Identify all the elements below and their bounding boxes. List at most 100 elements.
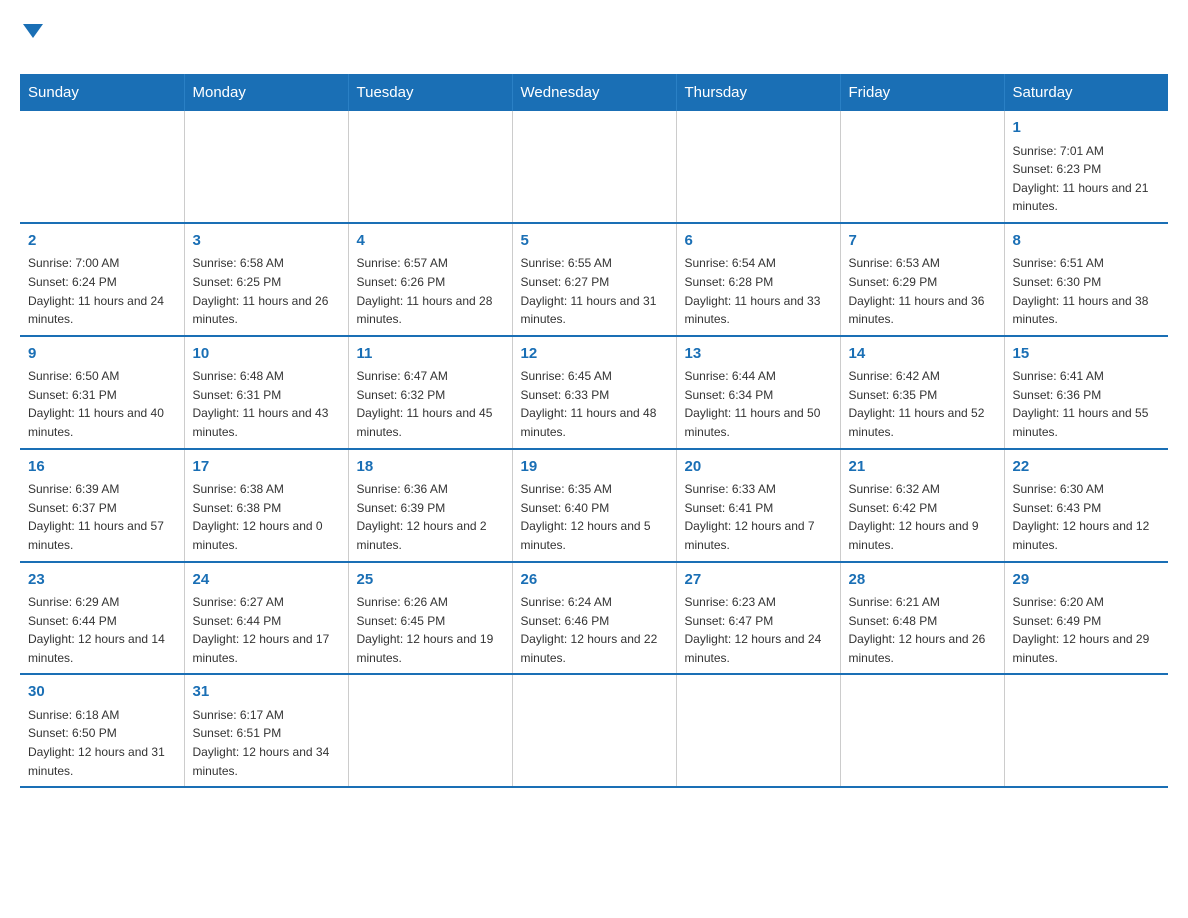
day-info: Sunrise: 6:57 AMSunset: 6:26 PMDaylight:… — [357, 254, 504, 328]
day-number: 10 — [193, 343, 340, 366]
day-info: Sunrise: 6:26 AMSunset: 6:45 PMDaylight:… — [357, 593, 504, 667]
day-number: 25 — [357, 569, 504, 592]
day-number: 26 — [521, 569, 668, 592]
calendar-cell: 28Sunrise: 6:21 AMSunset: 6:48 PMDayligh… — [840, 562, 1004, 675]
day-number: 5 — [521, 230, 668, 253]
header-day-tuesday: Tuesday — [348, 74, 512, 111]
header-day-wednesday: Wednesday — [512, 74, 676, 111]
calendar-cell: 3Sunrise: 6:58 AMSunset: 6:25 PMDaylight… — [184, 223, 348, 336]
calendar-table: SundayMondayTuesdayWednesdayThursdayFrid… — [20, 74, 1168, 788]
day-number: 8 — [1013, 230, 1161, 253]
day-info: Sunrise: 6:51 AMSunset: 6:30 PMDaylight:… — [1013, 254, 1161, 328]
logo-triangle-icon — [23, 24, 43, 38]
header-day-friday: Friday — [840, 74, 1004, 111]
calendar-header-row: SundayMondayTuesdayWednesdayThursdayFrid… — [20, 74, 1168, 111]
day-info: Sunrise: 6:50 AMSunset: 6:31 PMDaylight:… — [28, 367, 176, 441]
calendar-cell: 24Sunrise: 6:27 AMSunset: 6:44 PMDayligh… — [184, 562, 348, 675]
day-info: Sunrise: 6:29 AMSunset: 6:44 PMDaylight:… — [28, 593, 176, 667]
day-info: Sunrise: 6:54 AMSunset: 6:28 PMDaylight:… — [685, 254, 832, 328]
page-header — [20, 20, 1168, 64]
calendar-cell: 5Sunrise: 6:55 AMSunset: 6:27 PMDaylight… — [512, 223, 676, 336]
calendar-cell: 2Sunrise: 7:00 AMSunset: 6:24 PMDaylight… — [20, 223, 184, 336]
calendar-cell: 15Sunrise: 6:41 AMSunset: 6:36 PMDayligh… — [1004, 336, 1168, 449]
day-info: Sunrise: 6:45 AMSunset: 6:33 PMDaylight:… — [521, 367, 668, 441]
calendar-cell: 20Sunrise: 6:33 AMSunset: 6:41 PMDayligh… — [676, 449, 840, 562]
day-info: Sunrise: 6:18 AMSunset: 6:50 PMDaylight:… — [28, 706, 176, 780]
calendar-cell — [1004, 674, 1168, 787]
day-number: 1 — [1013, 117, 1161, 140]
day-number: 17 — [193, 456, 340, 479]
day-info: Sunrise: 6:33 AMSunset: 6:41 PMDaylight:… — [685, 480, 832, 554]
day-info: Sunrise: 7:01 AMSunset: 6:23 PMDaylight:… — [1013, 142, 1161, 216]
day-number: 2 — [28, 230, 176, 253]
day-info: Sunrise: 6:38 AMSunset: 6:38 PMDaylight:… — [193, 480, 340, 554]
day-number: 22 — [1013, 456, 1161, 479]
day-info: Sunrise: 7:00 AMSunset: 6:24 PMDaylight:… — [28, 254, 176, 328]
calendar-cell: 13Sunrise: 6:44 AMSunset: 6:34 PMDayligh… — [676, 336, 840, 449]
calendar-cell: 16Sunrise: 6:39 AMSunset: 6:37 PMDayligh… — [20, 449, 184, 562]
day-number: 24 — [193, 569, 340, 592]
calendar-cell: 22Sunrise: 6:30 AMSunset: 6:43 PMDayligh… — [1004, 449, 1168, 562]
calendar-cell: 1Sunrise: 7:01 AMSunset: 6:23 PMDaylight… — [1004, 111, 1168, 223]
calendar-week-row: 2Sunrise: 7:00 AMSunset: 6:24 PMDaylight… — [20, 223, 1168, 336]
calendar-cell — [840, 111, 1004, 223]
calendar-cell: 8Sunrise: 6:51 AMSunset: 6:30 PMDaylight… — [1004, 223, 1168, 336]
calendar-cell — [676, 111, 840, 223]
calendar-cell: 12Sunrise: 6:45 AMSunset: 6:33 PMDayligh… — [512, 336, 676, 449]
logo — [20, 20, 43, 64]
day-number: 12 — [521, 343, 668, 366]
day-number: 14 — [849, 343, 996, 366]
day-info: Sunrise: 6:20 AMSunset: 6:49 PMDaylight:… — [1013, 593, 1161, 667]
header-day-monday: Monday — [184, 74, 348, 111]
calendar-cell: 19Sunrise: 6:35 AMSunset: 6:40 PMDayligh… — [512, 449, 676, 562]
calendar-cell: 10Sunrise: 6:48 AMSunset: 6:31 PMDayligh… — [184, 336, 348, 449]
day-number: 27 — [685, 569, 832, 592]
day-info: Sunrise: 6:58 AMSunset: 6:25 PMDaylight:… — [193, 254, 340, 328]
day-info: Sunrise: 6:48 AMSunset: 6:31 PMDaylight:… — [193, 367, 340, 441]
day-info: Sunrise: 6:41 AMSunset: 6:36 PMDaylight:… — [1013, 367, 1161, 441]
calendar-cell — [676, 674, 840, 787]
day-info: Sunrise: 6:35 AMSunset: 6:40 PMDaylight:… — [521, 480, 668, 554]
day-number: 31 — [193, 681, 340, 704]
day-number: 21 — [849, 456, 996, 479]
calendar-week-row: 9Sunrise: 6:50 AMSunset: 6:31 PMDaylight… — [20, 336, 1168, 449]
calendar-cell — [348, 674, 512, 787]
day-info: Sunrise: 6:42 AMSunset: 6:35 PMDaylight:… — [849, 367, 996, 441]
calendar-week-row: 16Sunrise: 6:39 AMSunset: 6:37 PMDayligh… — [20, 449, 1168, 562]
calendar-week-row: 1Sunrise: 7:01 AMSunset: 6:23 PMDaylight… — [20, 111, 1168, 223]
day-number: 4 — [357, 230, 504, 253]
calendar-cell — [20, 111, 184, 223]
day-info: Sunrise: 6:39 AMSunset: 6:37 PMDaylight:… — [28, 480, 176, 554]
day-number: 13 — [685, 343, 832, 366]
calendar-week-row: 23Sunrise: 6:29 AMSunset: 6:44 PMDayligh… — [20, 562, 1168, 675]
day-number: 18 — [357, 456, 504, 479]
day-number: 28 — [849, 569, 996, 592]
calendar-cell — [184, 111, 348, 223]
calendar-cell: 25Sunrise: 6:26 AMSunset: 6:45 PMDayligh… — [348, 562, 512, 675]
day-number: 16 — [28, 456, 176, 479]
day-info: Sunrise: 6:24 AMSunset: 6:46 PMDaylight:… — [521, 593, 668, 667]
calendar-cell — [348, 111, 512, 223]
calendar-cell: 7Sunrise: 6:53 AMSunset: 6:29 PMDaylight… — [840, 223, 1004, 336]
day-number: 30 — [28, 681, 176, 704]
calendar-cell: 11Sunrise: 6:47 AMSunset: 6:32 PMDayligh… — [348, 336, 512, 449]
day-info: Sunrise: 6:27 AMSunset: 6:44 PMDaylight:… — [193, 593, 340, 667]
calendar-cell: 23Sunrise: 6:29 AMSunset: 6:44 PMDayligh… — [20, 562, 184, 675]
day-number: 19 — [521, 456, 668, 479]
day-info: Sunrise: 6:47 AMSunset: 6:32 PMDaylight:… — [357, 367, 504, 441]
day-info: Sunrise: 6:44 AMSunset: 6:34 PMDaylight:… — [685, 367, 832, 441]
day-info: Sunrise: 6:21 AMSunset: 6:48 PMDaylight:… — [849, 593, 996, 667]
calendar-cell: 4Sunrise: 6:57 AMSunset: 6:26 PMDaylight… — [348, 223, 512, 336]
day-number: 7 — [849, 230, 996, 253]
day-number: 20 — [685, 456, 832, 479]
calendar-cell: 21Sunrise: 6:32 AMSunset: 6:42 PMDayligh… — [840, 449, 1004, 562]
day-info: Sunrise: 6:17 AMSunset: 6:51 PMDaylight:… — [193, 706, 340, 780]
calendar-week-row: 30Sunrise: 6:18 AMSunset: 6:50 PMDayligh… — [20, 674, 1168, 787]
calendar-cell: 17Sunrise: 6:38 AMSunset: 6:38 PMDayligh… — [184, 449, 348, 562]
calendar-cell — [840, 674, 1004, 787]
day-info: Sunrise: 6:53 AMSunset: 6:29 PMDaylight:… — [849, 254, 996, 328]
header-day-thursday: Thursday — [676, 74, 840, 111]
header-day-saturday: Saturday — [1004, 74, 1168, 111]
day-number: 15 — [1013, 343, 1161, 366]
day-number: 3 — [193, 230, 340, 253]
